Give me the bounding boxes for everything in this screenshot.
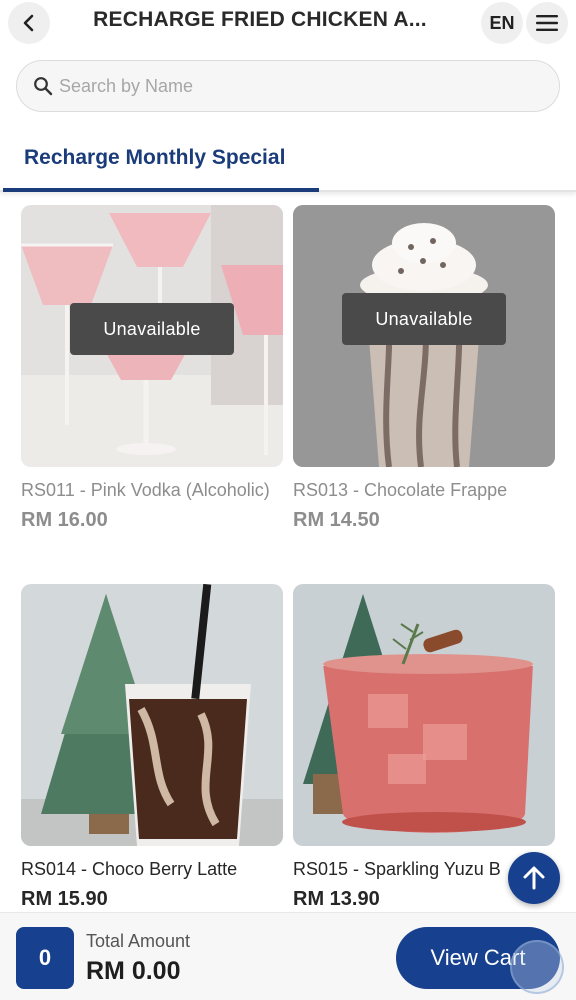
product-image: [293, 584, 555, 846]
page-title: RECHARGE FRIED CHICKEN A...: [93, 8, 427, 31]
scroll-to-top-button[interactable]: [508, 852, 560, 904]
cart-bar: 0 Total Amount RM 0.00 View Cart: [0, 912, 576, 1000]
tab-recharge-monthly-special[interactable]: Recharge Monthly Special: [3, 130, 319, 192]
unavailable-badge: Unavailable: [70, 303, 234, 355]
explore-watermark-logo: [510, 940, 564, 994]
header: RECHARGE FRIED CHICKEN A... EN: [0, 0, 576, 48]
chevron-left-icon: [23, 14, 34, 32]
total-amount-value: RM 0.00: [86, 957, 181, 985]
hamburger-menu-icon: [536, 15, 558, 31]
product-price: RM 14.50: [293, 509, 380, 531]
menu-button[interactable]: [526, 2, 568, 44]
tab-label: Recharge Monthly Special: [24, 146, 286, 169]
product-price: RM 15.90: [21, 888, 108, 910]
product-card[interactable]: Unavailable RS011 - Pink Vodka (Alcoholi…: [21, 205, 283, 535]
product-name: RS011 - Pink Vodka (Alcoholic): [21, 480, 270, 500]
arrow-up-icon: [523, 866, 545, 890]
product-name: RS014 - Choco Berry Latte: [21, 859, 238, 879]
sparkling-yuzu-image: [293, 584, 555, 846]
choco-berry-latte-image: [21, 584, 283, 846]
product-card[interactable]: RS014 - Choco Berry Latte RM 15.90: [21, 584, 283, 914]
search-input[interactable]: [59, 75, 539, 97]
tab-active-indicator: [3, 188, 319, 192]
category-tabs: Recharge Monthly Special: [0, 130, 576, 192]
cart-count-badge[interactable]: 0: [16, 927, 74, 989]
product-image: Unavailable: [293, 205, 555, 467]
product-card[interactable]: Unavailable RS013 - Chocolate Frappe RM …: [293, 205, 555, 535]
search-icon: [34, 77, 53, 96]
unavailable-badge: Unavailable: [342, 293, 506, 345]
search-bar: [16, 60, 560, 112]
product-name: RS013 - Chocolate Frappe: [293, 480, 508, 500]
product-image: [21, 584, 283, 846]
total-amount-label: Total Amount: [86, 931, 191, 951]
product-price: RM 16.00: [21, 509, 108, 531]
product-image: Unavailable: [21, 205, 283, 467]
language-button[interactable]: EN: [481, 2, 523, 44]
back-button[interactable]: [8, 2, 50, 44]
